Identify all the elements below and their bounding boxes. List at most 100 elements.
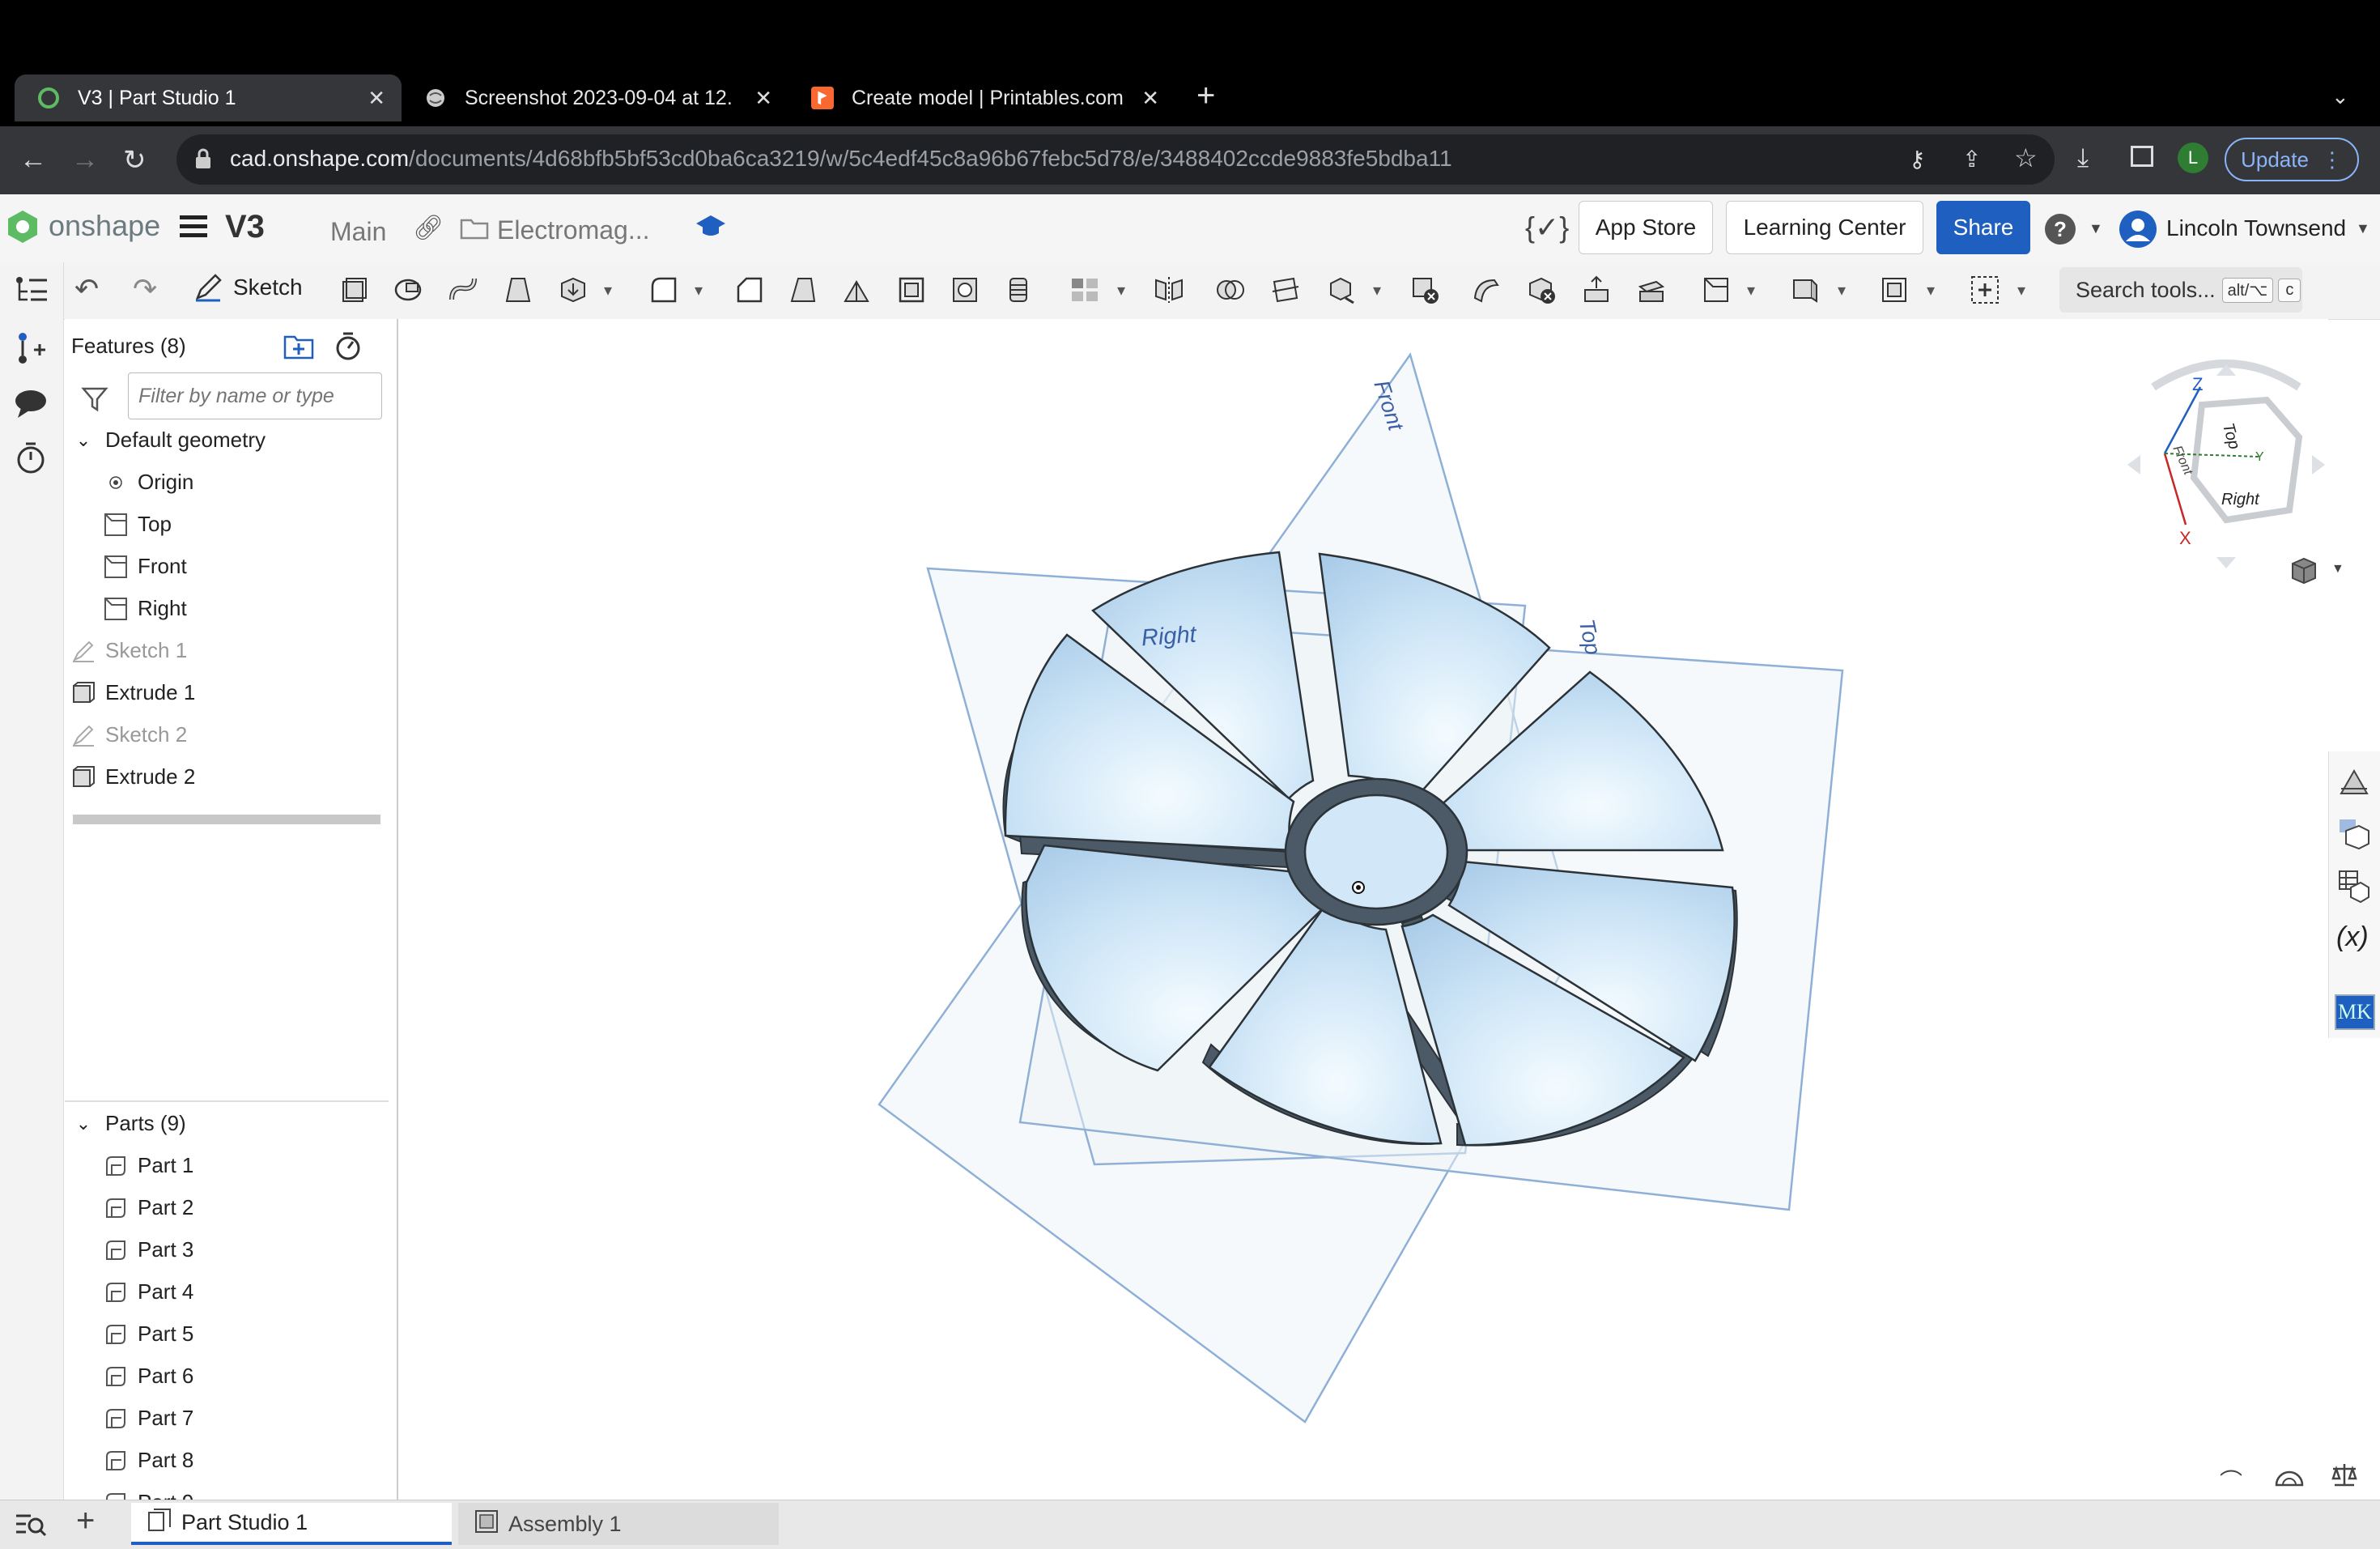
onshape-logo-icon[interactable] — [6, 209, 39, 249]
forward-icon[interactable]: → — [71, 144, 99, 176]
search-tools-field[interactable]: Search tools... alt/⌥ c — [2059, 267, 2302, 313]
feature-item-right[interactable]: Right — [104, 596, 187, 621]
replace-face-tool-icon[interactable] — [1635, 274, 1668, 306]
feature-item-extrude-1[interactable]: Extrude 1 — [71, 680, 195, 705]
default-geometry-node[interactable]: ⌄ Default geometry — [71, 428, 266, 453]
reload-icon[interactable]: ↻ — [123, 144, 147, 177]
view-mode-dropdown-icon[interactable]: ▼ — [2331, 562, 2344, 577]
fillet-tool-icon[interactable] — [648, 274, 680, 306]
dropdown-chevron-icon[interactable]: ▾ — [695, 280, 703, 300]
key-icon[interactable]: ⚷ — [1909, 146, 1926, 172]
hub-face[interactable] — [1303, 794, 1449, 910]
undo-icon[interactable]: ↶ — [74, 272, 99, 306]
browser-tab-part-studio[interactable]: V3 | Part Studio 1 ✕ — [15, 74, 402, 121]
part-item[interactable]: Part 3 — [104, 1237, 193, 1262]
hole-tool-icon[interactable] — [949, 274, 981, 306]
document-name[interactable]: V3 — [225, 209, 265, 245]
frame-tool-icon[interactable] — [1878, 274, 1910, 306]
education-cap-icon[interactable] — [695, 212, 727, 245]
feature-item-extrude-2[interactable]: Extrude 2 — [71, 764, 195, 789]
revolve-tool-icon[interactable] — [392, 274, 424, 306]
part-item[interactable]: Part 6 — [104, 1364, 193, 1389]
part-item[interactable]: Part 1 — [104, 1153, 193, 1178]
new-tab-icon[interactable]: + — [1196, 78, 1215, 114]
mkit-app-icon[interactable]: MK — [2335, 994, 2375, 1030]
redo-icon[interactable]: ↷ — [133, 272, 157, 306]
delete-face-tool-icon[interactable] — [1525, 274, 1558, 306]
transform-tool-icon[interactable] — [1324, 274, 1357, 306]
add-custom-feature-icon[interactable] — [1969, 274, 2001, 306]
model-canvas[interactable] — [398, 319, 2328, 1500]
part-item[interactable]: Part 5 — [104, 1321, 193, 1347]
dropdown-chevron-icon[interactable]: ▾ — [1373, 280, 1381, 300]
sweep-tool-icon[interactable] — [447, 274, 479, 306]
tab-part-studio-1[interactable]: Part Studio 1 — [131, 1503, 452, 1545]
download-icon[interactable]: ⤓ — [2077, 143, 2089, 173]
chevron-down-icon[interactable]: ⌄ — [71, 428, 96, 453]
feature-item-sketch-1[interactable]: Sketch 1 — [71, 638, 187, 663]
chamfer-tool-icon[interactable] — [733, 274, 766, 306]
close-tab-icon[interactable]: ✕ — [368, 86, 385, 111]
dropdown-chevron-icon[interactable]: ▾ — [1838, 280, 1846, 300]
plane-tool-icon[interactable] — [1700, 274, 1732, 306]
app-store-button[interactable]: App Store — [1579, 201, 1713, 254]
custom-features-icon[interactable]: {✓} — [1525, 211, 1569, 245]
modify-fillet-tool-icon[interactable] — [1470, 274, 1502, 306]
graphics-viewport[interactable] — [398, 319, 2328, 1500]
branch-label[interactable]: Main — [330, 217, 386, 247]
search-tabs-icon[interactable] — [15, 1511, 47, 1543]
learning-center-button[interactable]: Learning Center — [1726, 201, 1923, 254]
feature-item-origin[interactable]: Origin — [104, 470, 193, 495]
configurations-panel-icon[interactable] — [2336, 816, 2372, 856]
dropdown-chevron-icon[interactable]: ▾ — [1747, 280, 1755, 300]
rollback-bar[interactable] — [73, 815, 380, 824]
user-dropdown-icon[interactable]: ▼ — [2356, 220, 2370, 237]
folder-name[interactable]: Electromag... — [497, 215, 650, 245]
rollback-timer-icon[interactable] — [334, 330, 363, 365]
close-tab-icon[interactable]: ✕ — [754, 86, 772, 111]
bom-panel-icon[interactable] — [2336, 868, 2372, 908]
filter-icon[interactable] — [81, 385, 108, 417]
close-tab-icon[interactable]: ✕ — [1141, 86, 1159, 111]
feature-filter-input[interactable] — [128, 372, 382, 419]
share-button[interactable]: Share — [1936, 201, 2030, 254]
part-item[interactable]: Part 2 — [104, 1195, 193, 1220]
rib-tool-icon[interactable] — [840, 274, 873, 306]
parts-node[interactable]: ⌄ Parts (9) — [71, 1111, 186, 1136]
view-cube-right-face[interactable]: Right — [2221, 491, 2259, 509]
shell-tool-icon[interactable] — [895, 274, 928, 306]
tab-list-chevron-icon[interactable]: ⌄ — [2331, 84, 2349, 109]
feature-item-sketch-2[interactable]: Sketch 2 — [71, 722, 187, 747]
chevron-down-icon[interactable]: ⌄ — [71, 1112, 96, 1136]
feature-list-icon[interactable] — [15, 274, 49, 310]
add-instance-icon[interactable] — [15, 330, 49, 370]
help-dropdown-icon[interactable]: ▼ — [2089, 220, 2103, 237]
panel-divider[interactable] — [65, 1100, 389, 1102]
dropdown-chevron-icon[interactable]: ▾ — [1117, 280, 1125, 300]
part-item[interactable]: Part 7 — [104, 1406, 193, 1431]
hamburger-menu-icon[interactable] — [180, 212, 207, 242]
add-tab-icon[interactable]: + — [76, 1503, 95, 1539]
loft-tool-icon[interactable] — [502, 274, 534, 306]
browser-tab-screenshot[interactable]: Screenshot 2023-09-04 at 12. ✕ — [402, 74, 788, 121]
mass-properties-icon[interactable] — [2273, 1461, 2306, 1492]
history-timer-icon[interactable] — [15, 440, 47, 479]
right-plane-label[interactable]: Right — [1141, 622, 1197, 653]
user-name[interactable]: Lincoln Townsend — [2166, 215, 2346, 241]
dropdown-chevron-icon[interactable]: ▾ — [604, 280, 612, 300]
profile-avatar[interactable]: L — [2178, 143, 2208, 173]
mirror-tool-icon[interactable] — [1153, 274, 1185, 306]
scale-icon[interactable] — [2330, 1461, 2359, 1492]
user-avatar-icon[interactable] — [2118, 209, 2158, 253]
sheet-metal-tool-icon[interactable] — [1789, 274, 1821, 306]
link-icon[interactable]: 🔗︎ — [413, 214, 444, 242]
sketch-button[interactable]: Sketch — [193, 272, 303, 303]
thicken-tool-icon[interactable] — [557, 274, 589, 306]
move-face-tool-icon[interactable] — [1580, 274, 1613, 306]
delete-part-tool-icon[interactable] — [1409, 274, 1441, 306]
share-page-icon[interactable]: ⇪ — [1962, 146, 1981, 172]
extrude-tool-icon[interactable] — [337, 274, 369, 306]
feature-item-top[interactable]: Top — [104, 512, 172, 537]
bookmark-star-icon[interactable]: ☆ — [2014, 143, 2038, 173]
dropdown-chevron-icon[interactable]: ▾ — [2017, 280, 2025, 300]
